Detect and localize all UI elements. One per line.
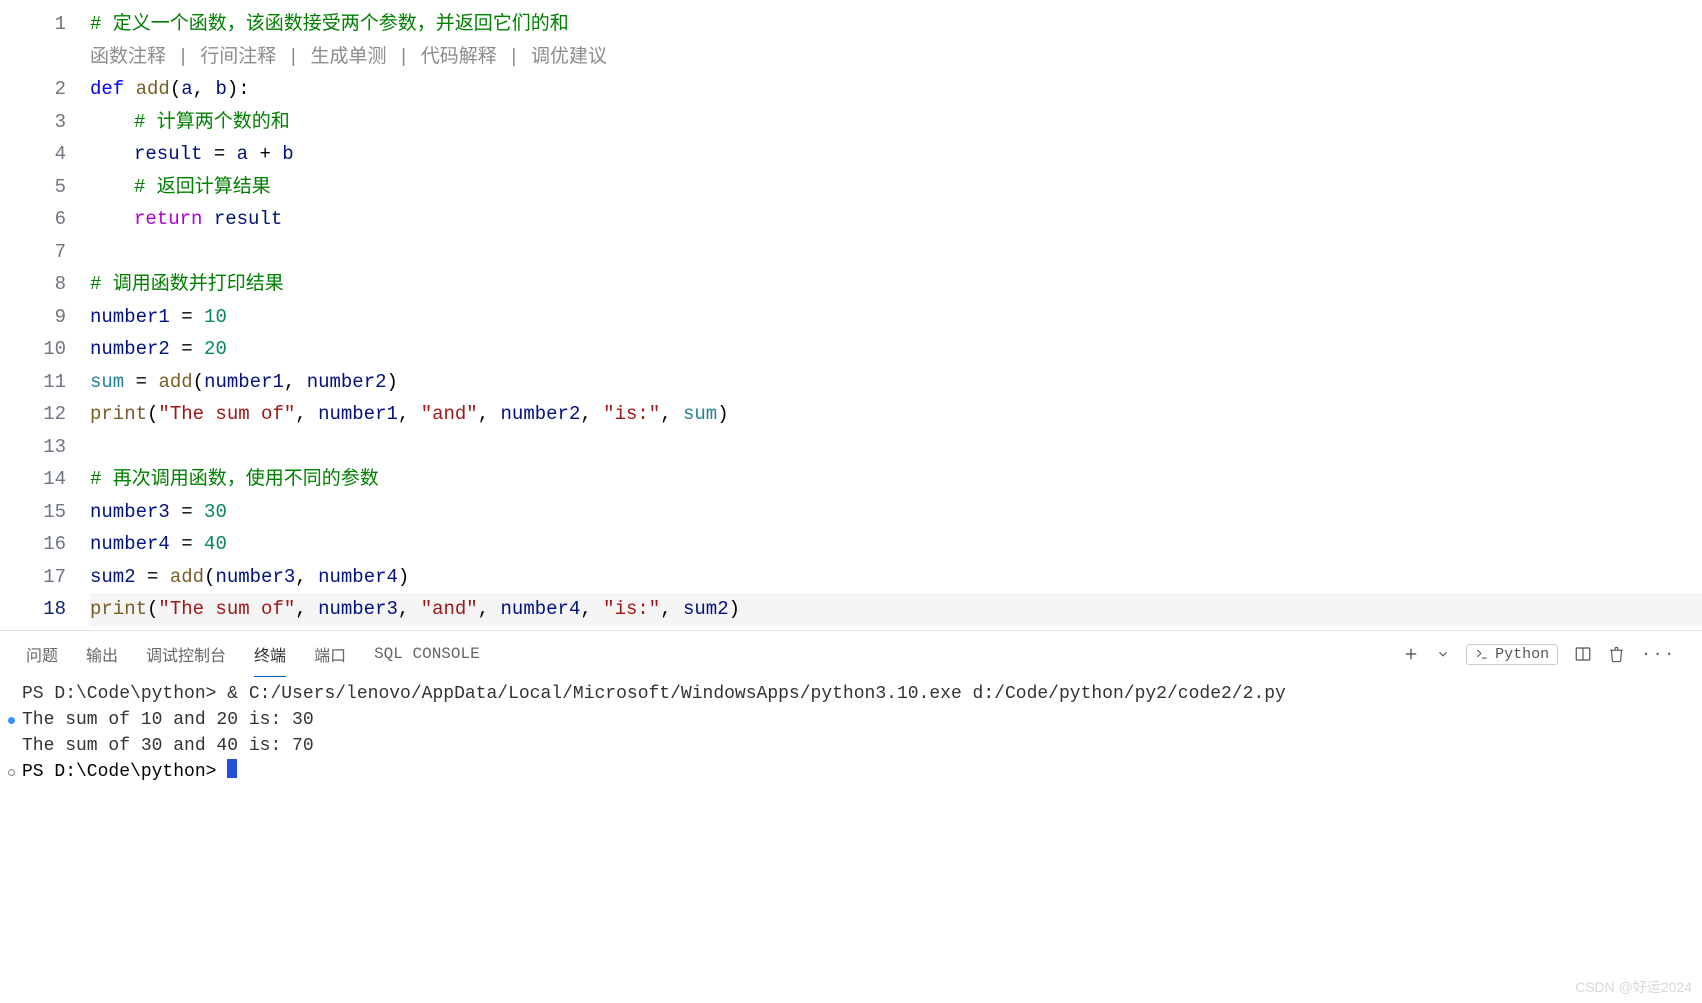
function-name: add: [136, 78, 170, 100]
tab-sql-console[interactable]: SQL CONSOLE: [374, 635, 480, 673]
tab-problems[interactable]: 问题: [26, 632, 58, 676]
active-line[interactable]: print("The sum of", number3, "and", numb…: [90, 593, 1702, 626]
tab-debug-console[interactable]: 调试控制台: [146, 632, 226, 676]
watermark: CSDN @好运2024: [1575, 977, 1692, 997]
line-number: 10: [0, 333, 90, 366]
terminal-output[interactable]: PS D:\Code\python> & C:/Users/lenovo/App…: [0, 677, 1702, 789]
line-number: 3: [0, 106, 90, 139]
line-number: 7: [0, 236, 90, 269]
comment: # 定义一个函数，该函数接受两个参数，并返回它们的和: [90, 13, 569, 35]
hint-inline-comment[interactable]: 行间注释: [200, 46, 276, 68]
line-number: 16: [0, 528, 90, 561]
new-terminal-button[interactable]: [1402, 645, 1420, 663]
line-number: 2: [0, 73, 90, 106]
comment: # 计算两个数的和: [134, 111, 290, 133]
more-actions-button[interactable]: ···: [1641, 645, 1676, 663]
status-dot-icon: [8, 769, 15, 776]
terminal-cursor: [227, 759, 237, 778]
hint-func-comment[interactable]: 函数注释: [90, 46, 166, 68]
chevron-down-icon[interactable]: [1436, 647, 1450, 661]
line-number: 9: [0, 301, 90, 334]
keyword-def: def: [90, 78, 124, 100]
hint-gen-test[interactable]: 生成单测: [310, 46, 386, 68]
comment: # 返回计算结果: [134, 176, 271, 198]
terminal-shell-selector[interactable]: Python: [1466, 644, 1558, 665]
line-number: 18: [0, 593, 90, 626]
line-number: 11: [0, 366, 90, 399]
terminal-line: The sum of 30 and 40 is: 70: [22, 733, 1680, 759]
panel-tab-bar: 问题 输出 调试控制台 终端 端口 SQL CONSOLE Python ···: [0, 631, 1702, 677]
line-number: 8: [0, 268, 90, 301]
line-number: 5: [0, 171, 90, 204]
status-dot-icon: [8, 717, 15, 724]
line-number: 4: [0, 138, 90, 171]
comment: # 再次调用函数，使用不同的参数: [90, 468, 379, 490]
terminal-line: The sum of 10 and 20 is: 30: [22, 707, 1680, 733]
hint-tune[interactable]: 调优建议: [531, 46, 607, 68]
terminal-prompt-line[interactable]: PS D:\Code\python>: [22, 759, 1680, 785]
line-number: 13: [0, 431, 90, 464]
line-number: 15: [0, 496, 90, 529]
comment: # 调用函数并打印结果: [90, 273, 284, 295]
code-lens-hints[interactable]: 函数注释 | 行间注释 | 生成单测 | 代码解释 | 调优建议: [90, 41, 1702, 74]
bottom-panel: 问题 输出 调试控制台 终端 端口 SQL CONSOLE Python ···: [0, 630, 1702, 1003]
line-number-gutter: 1 2 3 4 5 6 7 8 9 10 11 12 13 14 15 16 1…: [0, 0, 90, 630]
line-number: 12: [0, 398, 90, 431]
code-editor[interactable]: 1 2 3 4 5 6 7 8 9 10 11 12 13 14 15 16 1…: [0, 0, 1702, 630]
code-content[interactable]: # 定义一个函数，该函数接受两个参数，并返回它们的和 函数注释 | 行间注释 |…: [90, 0, 1702, 630]
keyword-return: return: [134, 208, 202, 230]
trash-button[interactable]: [1608, 646, 1625, 663]
tab-ports[interactable]: 端口: [314, 632, 346, 676]
terminal-icon: [1475, 647, 1489, 661]
line-number: 6: [0, 203, 90, 236]
line-number: 17: [0, 561, 90, 594]
split-terminal-button[interactable]: [1574, 645, 1592, 663]
line-number: 14: [0, 463, 90, 496]
line-number: 1: [0, 8, 90, 41]
tab-output[interactable]: 输出: [86, 632, 118, 676]
hint-explain[interactable]: 代码解释: [421, 46, 497, 68]
terminal-line: PS D:\Code\python> & C:/Users/lenovo/App…: [22, 681, 1680, 707]
tab-terminal[interactable]: 终端: [254, 632, 286, 677]
shell-label: Python: [1495, 646, 1549, 663]
